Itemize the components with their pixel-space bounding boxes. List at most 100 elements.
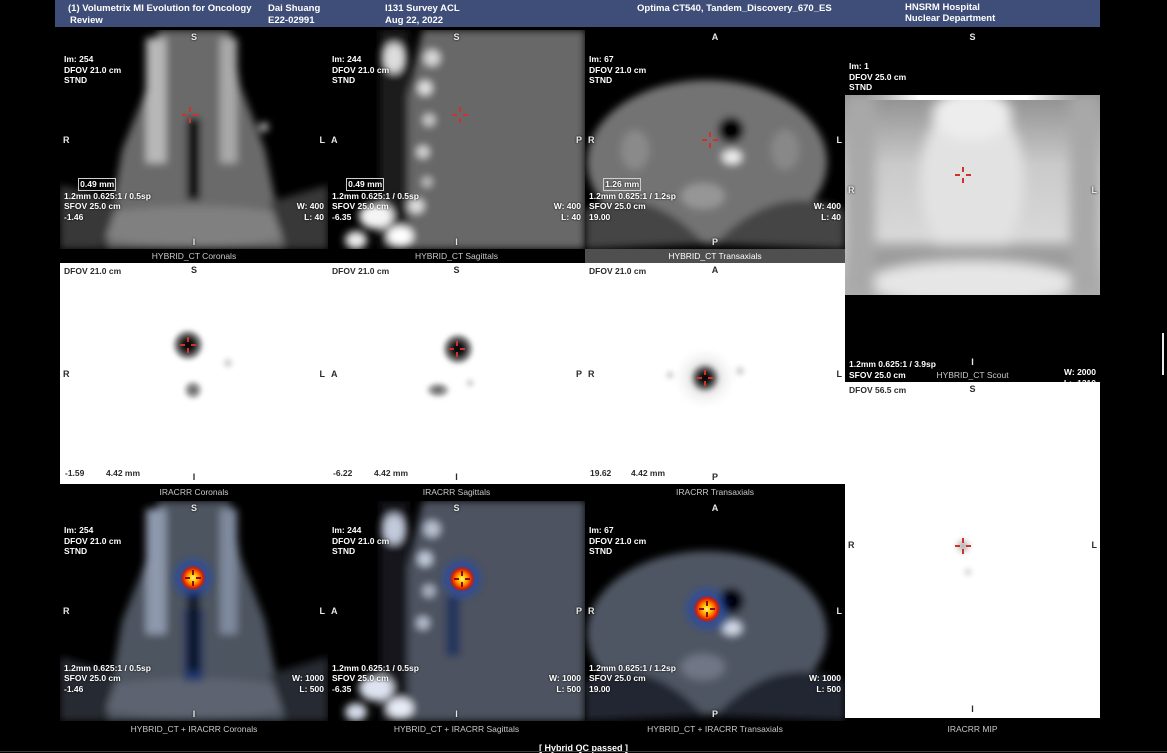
crosshair-marker[interactable] [697,370,713,386]
viewport-fused-transaxial[interactable]: Im: 67DFOV 21.0 cmSTND 1.2mm 0.625:1 / 1… [585,501,845,721]
orientation-top: S [453,503,459,513]
orientation-bottom: P [712,472,718,482]
crosshair-marker[interactable] [452,107,468,123]
series-label-ct-transaxial-selected: HYBRID_CT Transaxials [585,249,845,263]
crosshair-marker[interactable] [454,571,470,587]
slice-location: 19.00 [589,212,676,223]
orientation-bottom: I [455,709,458,719]
window-level-value: L: 500 [292,684,324,695]
viewport-ct-sagittal[interactable]: Im: 244DFOV 21.0 cmSTND 0.49 mm1.2mm 0.6… [328,30,585,249]
crosshair-marker[interactable] [185,570,201,586]
pixel-size: 4.42 mm [631,468,665,479]
orientation-bottom: I [971,704,974,714]
series-label-fused-transaxial: HYBRID_CT + IRACRR Transaxials [585,722,845,736]
window-level: W: 1000L: 500 [292,652,324,715]
nm-mip-image [845,382,1100,718]
slice-info: Im: 254DFOV 21.0 cmSTND [64,33,121,107]
series-label-nm-sagittal: IRACRR Sagittals [328,485,585,499]
window-width: W: 400 [814,201,841,212]
sfov: SFOV 25.0 cm [332,673,419,684]
recon-mode: 1.2mm 0.625:1 / 0.5sp [64,191,151,202]
viewport-ct-transaxial[interactable]: Im: 67DFOV 21.0 cmSTND 1.26 mm1.2mm 0.62… [585,30,845,249]
orientation-bottom: I [455,472,458,482]
viewport-nm-coronal[interactable]: DFOV 21.0 cm -1.59 4.42 mm S I R L [60,263,328,484]
bottom-divider [0,751,1167,752]
orientation-left: R [588,135,595,145]
filter: STND [849,82,906,93]
sfov: SFOV 25.0 cm [589,673,676,684]
slice-thickness: 0.49 mm [346,178,384,191]
slice-location: -6.35 [332,684,419,695]
window-level-value: L: 500 [809,684,841,695]
ct-scout-image [845,95,1100,295]
scanner-name: Optima CT540, Tandem_Discovery_670_ES [637,3,832,14]
edge-highlight-artifact [1162,333,1164,375]
recon-info: 0.49 mm1.2mm 0.625:1 / 0.5spSFOV 25.0 cm… [64,168,151,244]
crosshair-marker[interactable] [955,167,971,183]
slice-thickness: 0.49 mm [78,178,116,191]
image-number: Im: 67 [589,54,646,65]
orientation-left: R [63,606,70,616]
slice-info: Im: 244DFOV 21.0 cmSTND [332,33,389,107]
window-width: W: 1000 [809,673,841,684]
viewport-fused-coronal[interactable]: Im: 254DFOV 21.0 cmSTND 1.2mm 0.625:1 / … [60,501,328,721]
orientation-left: R [588,369,595,379]
series-label-nm-mip: IRACRR MIP [845,722,1100,736]
viewport-nm-mip[interactable]: DFOV 56.5 cm S R L I [845,382,1100,718]
nm-sagittal-image [328,263,585,484]
orientation-top: S [969,384,975,394]
orientation-right: L [1092,185,1098,195]
filter: STND [64,75,121,86]
crosshair-marker[interactable] [449,341,465,357]
series-label-nm-transaxial: IRACRR Transaxials [585,485,845,499]
orientation-top: A [712,32,719,42]
dfov: DFOV 25.0 cm [849,72,906,83]
viewport-nm-transaxial[interactable]: DFOV 21.0 cm 19.62 4.42 mm A P R L [585,263,845,484]
recon-mode: 1.2mm 0.625:1 / 1.2sp [589,191,676,202]
crosshair-marker[interactable] [180,337,196,353]
orientation-right: L [837,135,843,145]
filter: STND [332,546,389,557]
orientation-right: P [576,135,582,145]
orientation-top: S [191,265,197,275]
orientation-top: A [712,265,719,275]
series-label-ct-sagittal: HYBRID_CT Sagittals [328,249,585,263]
slice-info: Im: 67DFOV 21.0 cmSTND [589,33,646,107]
pixel-size: 4.42 mm [106,468,140,479]
dfov: DFOV 21.0 cm [589,65,646,76]
viewer-root: (1) Volumetrix MI Evolution for Oncology… [0,0,1167,753]
dfov: DFOV 21.0 cm [589,536,646,547]
recon-info: 1.2mm 0.625:1 / 0.5spSFOV 25.0 cm-6.35 [332,642,419,716]
slice-location: -1.59 [65,468,84,479]
pixel-size: 4.42 mm [374,468,408,479]
window-width: W: 400 [297,201,324,212]
image-number: Im: 244 [332,525,389,536]
series-label-fused-sagittal: HYBRID_CT + IRACRR Sagittals [328,722,585,736]
orientation-right: L [320,369,326,379]
orientation-left: A [331,135,338,145]
image-number: Im: 67 [589,525,646,536]
slice-info: Im: 244DFOV 21.0 cmSTND [332,504,389,578]
orientation-left: R [588,606,595,616]
slice-location: -6.22 [333,468,352,479]
dfov: DFOV 21.0 cm [589,266,646,277]
orientation-bottom: P [712,237,718,247]
orientation-right: L [320,135,326,145]
crosshair-marker[interactable] [955,538,971,554]
orientation-right: L [837,369,843,379]
recon-mode: 1.2mm 0.625:1 / 0.5sp [332,663,419,674]
window-level: W: 400L: 40 [554,180,581,243]
viewport-fused-sagittal[interactable]: Im: 244DFOV 21.0 cmSTND 1.2mm 0.625:1 / … [328,501,585,721]
crosshair-marker[interactable] [182,107,198,123]
crosshair-marker[interactable] [699,601,715,617]
orientation-top: S [453,265,459,275]
crosshair-marker[interactable] [702,132,718,148]
viewport-nm-sagittal[interactable]: DFOV 21.0 cm -6.22 4.42 mm S I A P [328,263,585,484]
orientation-left: R [63,369,70,379]
viewport-ct-coronal[interactable]: Im: 254DFOV 21.0 cmSTND 0.49 mm1.2mm 0.6… [60,30,328,249]
sfov: SFOV 25.0 cm [64,673,151,684]
image-number: Im: 1 [849,61,906,72]
patient-name: Dai Shuang [268,3,320,14]
viewport-ct-scout[interactable]: Im: 1DFOV 25.0 cmSTND S R L 1.2mm 0.625:… [845,30,1100,382]
series-label-fused-coronal: HYBRID_CT + IRACRR Coronals [60,722,328,736]
